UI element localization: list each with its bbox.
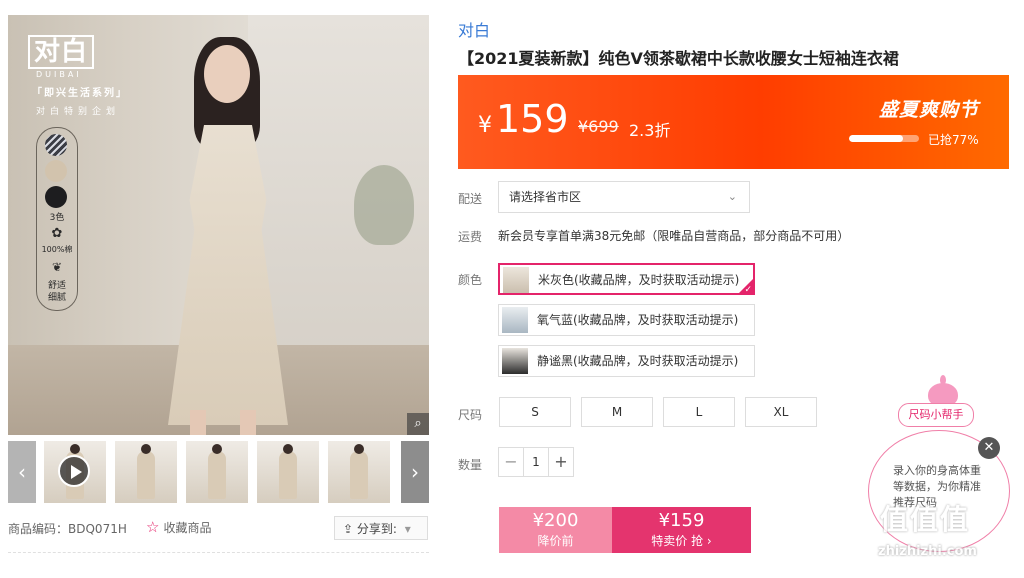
thumbnail-video[interactable] (44, 441, 106, 503)
model-leg-left (190, 410, 206, 435)
close-icon[interactable]: ✕ (978, 437, 1000, 459)
sale-price-value: ¥159 (658, 510, 705, 531)
brand-logo-sub: DUIBAI (36, 70, 82, 79)
play-icon[interactable] (58, 455, 90, 487)
thumb-prev-arrow[interactable]: ‹ (8, 441, 36, 503)
size-label: 尺码 (458, 408, 483, 422)
feature-swatch-panel: 3色 ✿ 100%棉 ❦ 舒适 细腻 (36, 127, 78, 311)
share-button[interactable]: ⇪ 分享到: ▾ (334, 516, 428, 540)
original-price: ¥699 (578, 117, 619, 136)
sold-progress-bar (849, 135, 919, 142)
price-before-button: ¥200 降价前 (499, 507, 612, 553)
chevron-down-icon: ▾ (404, 522, 411, 536)
brand-link[interactable]: 对白 (458, 17, 490, 41)
color-option-label: 静谧黑(收藏品牌，及时获取活动提示) (537, 354, 739, 368)
swatch-black (45, 186, 67, 208)
sku-label: 商品编码： (8, 522, 69, 536)
color-option-beige[interactable]: 米灰色(收藏品牌，及时获取活动提示) ✓ (498, 263, 755, 295)
checkmark-icon: ✓ (744, 285, 752, 295)
watermark-domain: zhizhizhi.com (878, 544, 977, 559)
product-title: 【2021夏装新款】纯色V领茶歇裙中长款收腰女士短袖连衣裙 (458, 49, 899, 68)
currency-symbol: ¥ (478, 113, 492, 138)
thumbnail-figure (208, 444, 226, 499)
quantity-stepper: − 1 + (498, 447, 574, 477)
color-thumbnail (502, 348, 528, 374)
thumbnail-figure (279, 444, 297, 499)
region-select-value: 请选择省市区 (509, 190, 582, 204)
delivery-label: 配送 (458, 192, 483, 206)
divider (8, 552, 429, 553)
buy-now-label: 特卖价 抢 › (651, 534, 712, 548)
model-head (204, 45, 250, 103)
size-option-s[interactable]: S (499, 397, 571, 427)
promo-event-name: 盛夏爽购节 (878, 99, 979, 121)
color-thumbnail (502, 307, 528, 333)
size-option-l[interactable]: L (663, 397, 735, 427)
magnifier-icon[interactable]: ⌕ (407, 413, 429, 435)
photo-plant (354, 165, 414, 245)
color-option-label: 氧气蓝(收藏品牌，及时获取活动提示) (537, 313, 739, 327)
color-option-blue[interactable]: 氧气蓝(收藏品牌，及时获取活动提示) (498, 304, 755, 336)
size-option-xl[interactable]: XL (745, 397, 817, 427)
color-option-black[interactable]: 静谧黑(收藏品牌，及时获取活动提示) (498, 345, 755, 377)
share-icon: ⇪ (343, 522, 354, 536)
cotton-label: 100%棉 (41, 245, 73, 254)
sku-row: 商品编码：BDQ071H (8, 520, 127, 537)
thumbnail-figure (350, 444, 368, 499)
discount-label: 2.3折 (629, 121, 671, 140)
thumbnail-item[interactable] (257, 441, 319, 503)
swatch-count-label: 3色 (49, 213, 65, 223)
series-title: 「即兴生活系列」 (32, 88, 128, 99)
price-banner: ¥ 159 ¥699 2.3折 盛夏爽购节 已抢77% (458, 75, 1009, 169)
quantity-label: 数量 (458, 458, 483, 472)
share-label: 分享到: (356, 522, 397, 536)
thumbnail-item[interactable] (328, 441, 390, 503)
sku-value: BDQ071H (68, 522, 127, 536)
color-thumbnail (503, 267, 529, 293)
thumbnail-item[interactable] (186, 441, 248, 503)
price-before-value: ¥200 (532, 510, 579, 531)
quantity-decrease-button[interactable]: − (499, 448, 524, 476)
chevron-down-icon: ⌄ (727, 190, 737, 203)
quantity-increase-button[interactable]: + (548, 448, 573, 476)
color-label: 颜色 (458, 273, 483, 287)
cotton-icon: ✿ (51, 226, 63, 241)
comfort-label-2: 细腻 (47, 293, 66, 303)
price-before-label: 降价前 (537, 534, 574, 548)
brand-logo: 对白 (28, 35, 95, 69)
shipping-fee-text: 新会员专享首单满38元免邮（限唯品自营商品，部分商品不可用） (498, 229, 850, 243)
color-option-label: 米灰色(收藏品牌，及时获取活动提示) (538, 273, 740, 287)
buy-now-button[interactable]: ¥159 特卖价 抢 › (612, 507, 751, 553)
thumbnail-figure (137, 444, 155, 499)
main-product-image[interactable]: 对白 DUIBAI 「即兴生活系列」 对白特别企划 3色 ✿ 100%棉 ❦ 舒… (8, 15, 429, 435)
site-watermark: 值值值 zhizhizhi.com (874, 498, 1020, 572)
thumbnail-item[interactable] (115, 441, 177, 503)
star-icon: ☆ (146, 518, 160, 536)
series-subtitle: 对白特别企划 (36, 107, 121, 117)
favorite-button[interactable]: ☆ 收藏商品 (146, 518, 211, 536)
size-helper-tag[interactable]: 尺码小帮手 (898, 403, 974, 427)
thumb-next-arrow[interactable]: › (401, 441, 429, 503)
swatch-navy-stripe (45, 134, 67, 156)
sold-progress-label: 已抢77% (928, 133, 979, 147)
model-leg-right (240, 410, 256, 435)
thumbnail-strip: ‹ › (8, 441, 429, 505)
watermark-logo: 值值值 (880, 503, 971, 536)
swatch-beige (45, 160, 67, 182)
feather-icon: ❦ (51, 260, 63, 274)
sold-progress-fill (849, 135, 903, 142)
region-select[interactable]: 请选择省市区 ⌄ (498, 181, 750, 213)
quantity-value[interactable]: 1 (523, 448, 549, 476)
shipping-fee-label: 运费 (458, 230, 483, 244)
favorite-label: 收藏商品 (163, 521, 212, 535)
size-option-m[interactable]: M (581, 397, 653, 427)
current-price: 159 (496, 97, 569, 141)
